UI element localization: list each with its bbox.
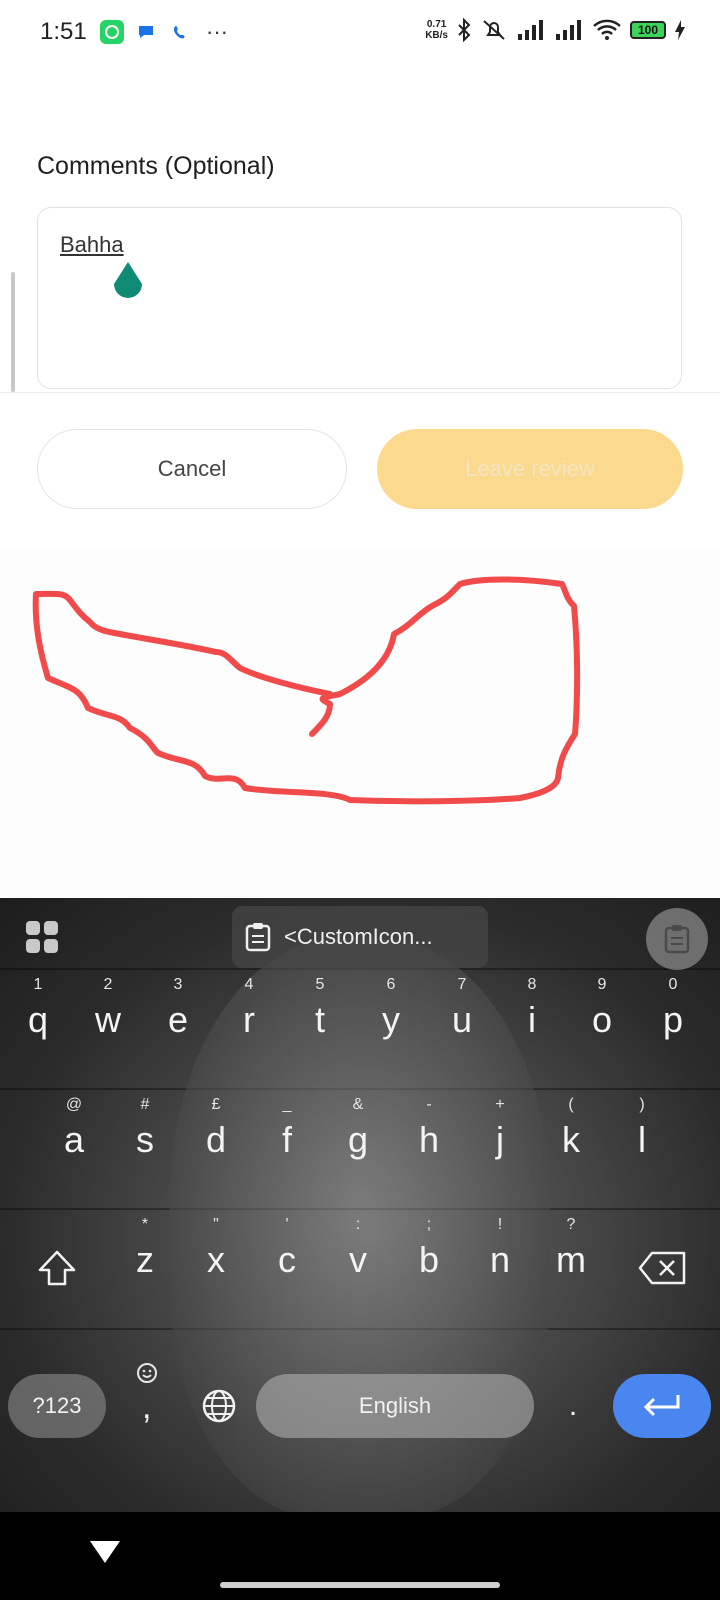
notification-icons: ··· — [100, 20, 228, 44]
key-row-2: @ a # s £ d _ f & g -h + j (k ) l — [0, 1096, 720, 1196]
navigation-bar — [0, 1512, 720, 1600]
key[interactable]: _ f — [252, 1096, 322, 1196]
comments-input-value: Bahha — [60, 232, 124, 257]
clipboard-suggestion-text: <CustomIcon... — [284, 924, 433, 949]
key[interactable]: 2w — [73, 976, 143, 1076]
enter-icon — [643, 1395, 680, 1417]
signal-icon — [518, 20, 543, 40]
key[interactable]: ) l — [607, 1096, 677, 1196]
key[interactable]: ' c — [252, 1216, 322, 1316]
cancel-button[interactable]: Cancel — [37, 429, 347, 509]
whatsapp-icon — [100, 20, 124, 44]
key[interactable]: 0p — [638, 976, 708, 1076]
drawn-scribble — [32, 576, 581, 805]
text-cursor-handle-icon[interactable] — [110, 260, 146, 304]
battery-icon: 100 — [630, 21, 666, 39]
leave-review-button[interactable]: Leave review — [377, 429, 683, 509]
language-switch-key[interactable] — [194, 1374, 244, 1438]
comma-key[interactable]: , — [122, 1358, 174, 1448]
content-area — [0, 548, 720, 898]
key[interactable]: & g — [323, 1096, 393, 1196]
key[interactable]: (k — [536, 1096, 606, 1196]
scrollbar[interactable] — [11, 272, 15, 392]
key[interactable]: 6y — [356, 976, 426, 1076]
status-time: 1:51 — [40, 18, 87, 45]
key[interactable]: 7u — [427, 976, 497, 1076]
more-notifications-icon: ··· — [206, 19, 228, 44]
emoji-icon — [137, 1363, 157, 1383]
bluetooth-icon — [458, 18, 471, 42]
key-row-1: 1q 2w 3e 4r 5t 6y 7u 8i 9o 0p — [0, 976, 720, 1076]
phone-icon — [168, 20, 192, 44]
keyboard-toolbar: <CustomIcon... — [0, 898, 720, 970]
clipboard-icon — [664, 925, 690, 954]
charging-icon — [675, 20, 685, 40]
key[interactable]: 4r — [214, 976, 284, 1076]
mute-icon — [483, 20, 505, 40]
key[interactable]: 9o — [567, 976, 637, 1076]
messages-icon — [134, 20, 158, 44]
system-status: 0.71 KB/s 100 — [425, 18, 686, 42]
key[interactable]: 5t — [285, 976, 355, 1076]
backspace-icon — [638, 1251, 686, 1285]
key[interactable]: 1q — [3, 976, 73, 1076]
keyboard: <CustomIcon... 1q 2w 3e 4r 5t 6y 7u 8i 9… — [0, 898, 720, 1512]
key-row-3: * z " x ' c :v ; b ! n ? m — [0, 1216, 720, 1316]
period-key[interactable]: . — [550, 1374, 596, 1438]
clipboard-icon — [245, 923, 271, 952]
globe-icon — [202, 1389, 236, 1423]
network-speed: 0.71 KB/s — [425, 19, 448, 41]
space-key[interactable]: English — [256, 1374, 534, 1438]
key[interactable]: £ d — [181, 1096, 251, 1196]
backspace-key[interactable] — [624, 1236, 702, 1300]
key[interactable]: " x — [181, 1216, 251, 1316]
comments-input[interactable]: Bahha — [37, 207, 682, 389]
key[interactable]: :v — [323, 1216, 393, 1316]
home-gesture-handle[interactable] — [220, 1582, 500, 1588]
key[interactable]: ; b — [394, 1216, 464, 1316]
key[interactable]: ! n — [465, 1216, 535, 1316]
shift-icon — [38, 1250, 76, 1286]
status-bar: 1:51 ··· 0.71 KB/s 100 — [0, 0, 720, 66]
key[interactable]: + j — [465, 1096, 535, 1196]
key[interactable]: 8i — [497, 976, 567, 1076]
apps-grid-icon[interactable] — [25, 920, 59, 954]
key[interactable]: @ a — [39, 1096, 109, 1196]
hide-keyboard-icon[interactable] — [88, 1538, 122, 1566]
divider — [0, 392, 720, 393]
signal-icon-2 — [556, 20, 581, 40]
shift-key[interactable] — [18, 1236, 96, 1300]
key[interactable]: ? m — [536, 1216, 606, 1316]
comments-label: Comments (Optional) — [37, 152, 275, 180]
symbols-key[interactable]: ?123 — [8, 1374, 106, 1438]
key[interactable]: 3e — [143, 976, 213, 1076]
comma-label: , — [142, 1388, 152, 1426]
key[interactable]: # s — [110, 1096, 180, 1196]
enter-key[interactable] — [613, 1374, 711, 1438]
clipboard-suggestion-chip[interactable]: <CustomIcon... — [232, 906, 488, 968]
clipboard-button[interactable] — [646, 908, 708, 970]
key[interactable]: -h — [394, 1096, 464, 1196]
wifi-icon — [593, 19, 621, 40]
key[interactable]: * z — [110, 1216, 180, 1316]
